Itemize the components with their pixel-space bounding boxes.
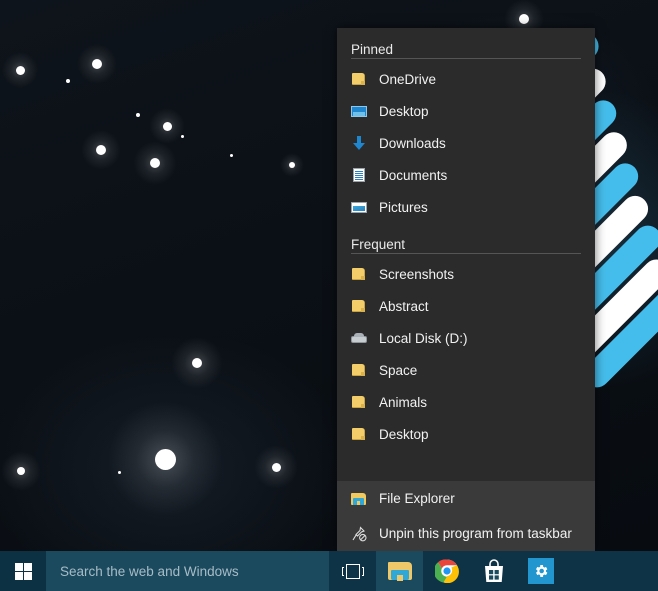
taskbar-jumplist-menu[interactable]: Pinned OneDrive Desktop Downloads Documents… [337,28,595,551]
pinned-items-list: OneDrive Desktop Downloads Documents Picture… [337,63,595,223]
explorer-folder-icon [351,491,367,507]
settings-tile [527,558,554,584]
jumplist-item-label: Downloads [379,135,446,151]
jumplist-item[interactable]: Unpin this program from taskbar [337,516,595,551]
download-arrow-icon [351,135,367,151]
explorer-folder-icon [387,561,412,581]
jumplist-item-label: Local Disk (D:) [379,330,468,346]
unpin-icon [351,525,367,542]
jumplist-item[interactable]: Downloads [337,127,595,159]
jumplist-item[interactable]: Space [337,354,595,386]
jumplist-item-label: Pictures [379,199,428,215]
jumplist-item-label: File Explorer [379,491,455,506]
desktop-screen: Pinned OneDrive Desktop Downloads Documents… [0,0,658,591]
jumplist-item[interactable]: Desktop [337,418,595,450]
pinned-section-header: Pinned [351,42,394,57]
jumplist-item[interactable]: Animals [337,386,595,418]
disk-drive-icon [351,330,367,346]
jumplist-item-label: Screenshots [379,266,455,282]
task-view-icon [341,563,364,579]
gear-icon [535,565,547,577]
file-explorer-button[interactable] [376,551,423,591]
star [154,448,176,470]
store-bag-icon [484,559,503,582]
folder-icon [351,298,367,314]
star [117,470,121,474]
jumplist-item-label: Abstract [379,298,429,314]
chrome-button[interactable] [423,551,470,591]
jumplist-item-label: OneDrive [379,71,437,87]
jumplist-item[interactable]: OneDrive [337,63,595,95]
folder-icon [351,266,367,282]
star [229,153,233,157]
desktop-monitor-icon [351,103,367,119]
folder-icon [351,394,367,410]
jumplist-item[interactable]: File Explorer [337,481,595,516]
jumplist-item-label: Animals [379,394,428,410]
star [66,79,70,83]
frequent-section-header: Frequent [351,237,406,252]
pinned-divider [351,58,581,59]
star [136,113,140,117]
frequent-items-list: Screenshots Abstract Local Disk (D:) Space A… [337,258,595,450]
jumplist-item[interactable]: Local Disk (D:) [337,322,595,354]
start-button[interactable] [0,551,46,591]
windows-logo-icon [14,562,32,580]
settings-button[interactable] [517,551,564,591]
star [96,145,106,155]
star [150,158,160,168]
frequent-divider [351,253,581,254]
jumplist-bottom-section: File Explorer Unpin this program from tas… [337,481,595,551]
picture-icon [351,199,367,215]
jumplist-item[interactable]: Screenshots [337,258,595,290]
jumplist-item-label: Unpin this program from taskbar [379,526,572,541]
folder-icon [351,362,367,378]
star [289,162,295,168]
jumplist-item[interactable]: Pictures [337,191,595,223]
document-icon [351,167,367,183]
star [180,134,184,138]
chrome-icon [434,559,459,583]
jumplist-item[interactable]: Documents [337,159,595,191]
jumplist-item-label: Documents [379,167,448,183]
star [271,462,281,472]
search-placeholder: Search the web and Windows [60,563,239,579]
folder-icon [351,426,367,442]
jumplist-item-label: Desktop [379,103,429,119]
star [15,65,25,75]
folder-icon [351,71,367,87]
star [162,121,172,131]
jumplist-item[interactable]: Desktop [337,95,595,127]
task-view-button[interactable] [329,551,376,591]
star [92,59,102,69]
star [519,14,529,24]
jumplist-item-label: Space [379,362,418,378]
search-input[interactable]: Search the web and Windows [46,551,329,591]
jumplist-item[interactable]: Abstract [337,290,595,322]
star [17,467,25,475]
windows-store-button[interactable] [470,551,517,591]
star [192,358,202,368]
jumplist-item-label: Desktop [379,426,429,442]
taskbar: Search the web and Windows [0,551,658,591]
